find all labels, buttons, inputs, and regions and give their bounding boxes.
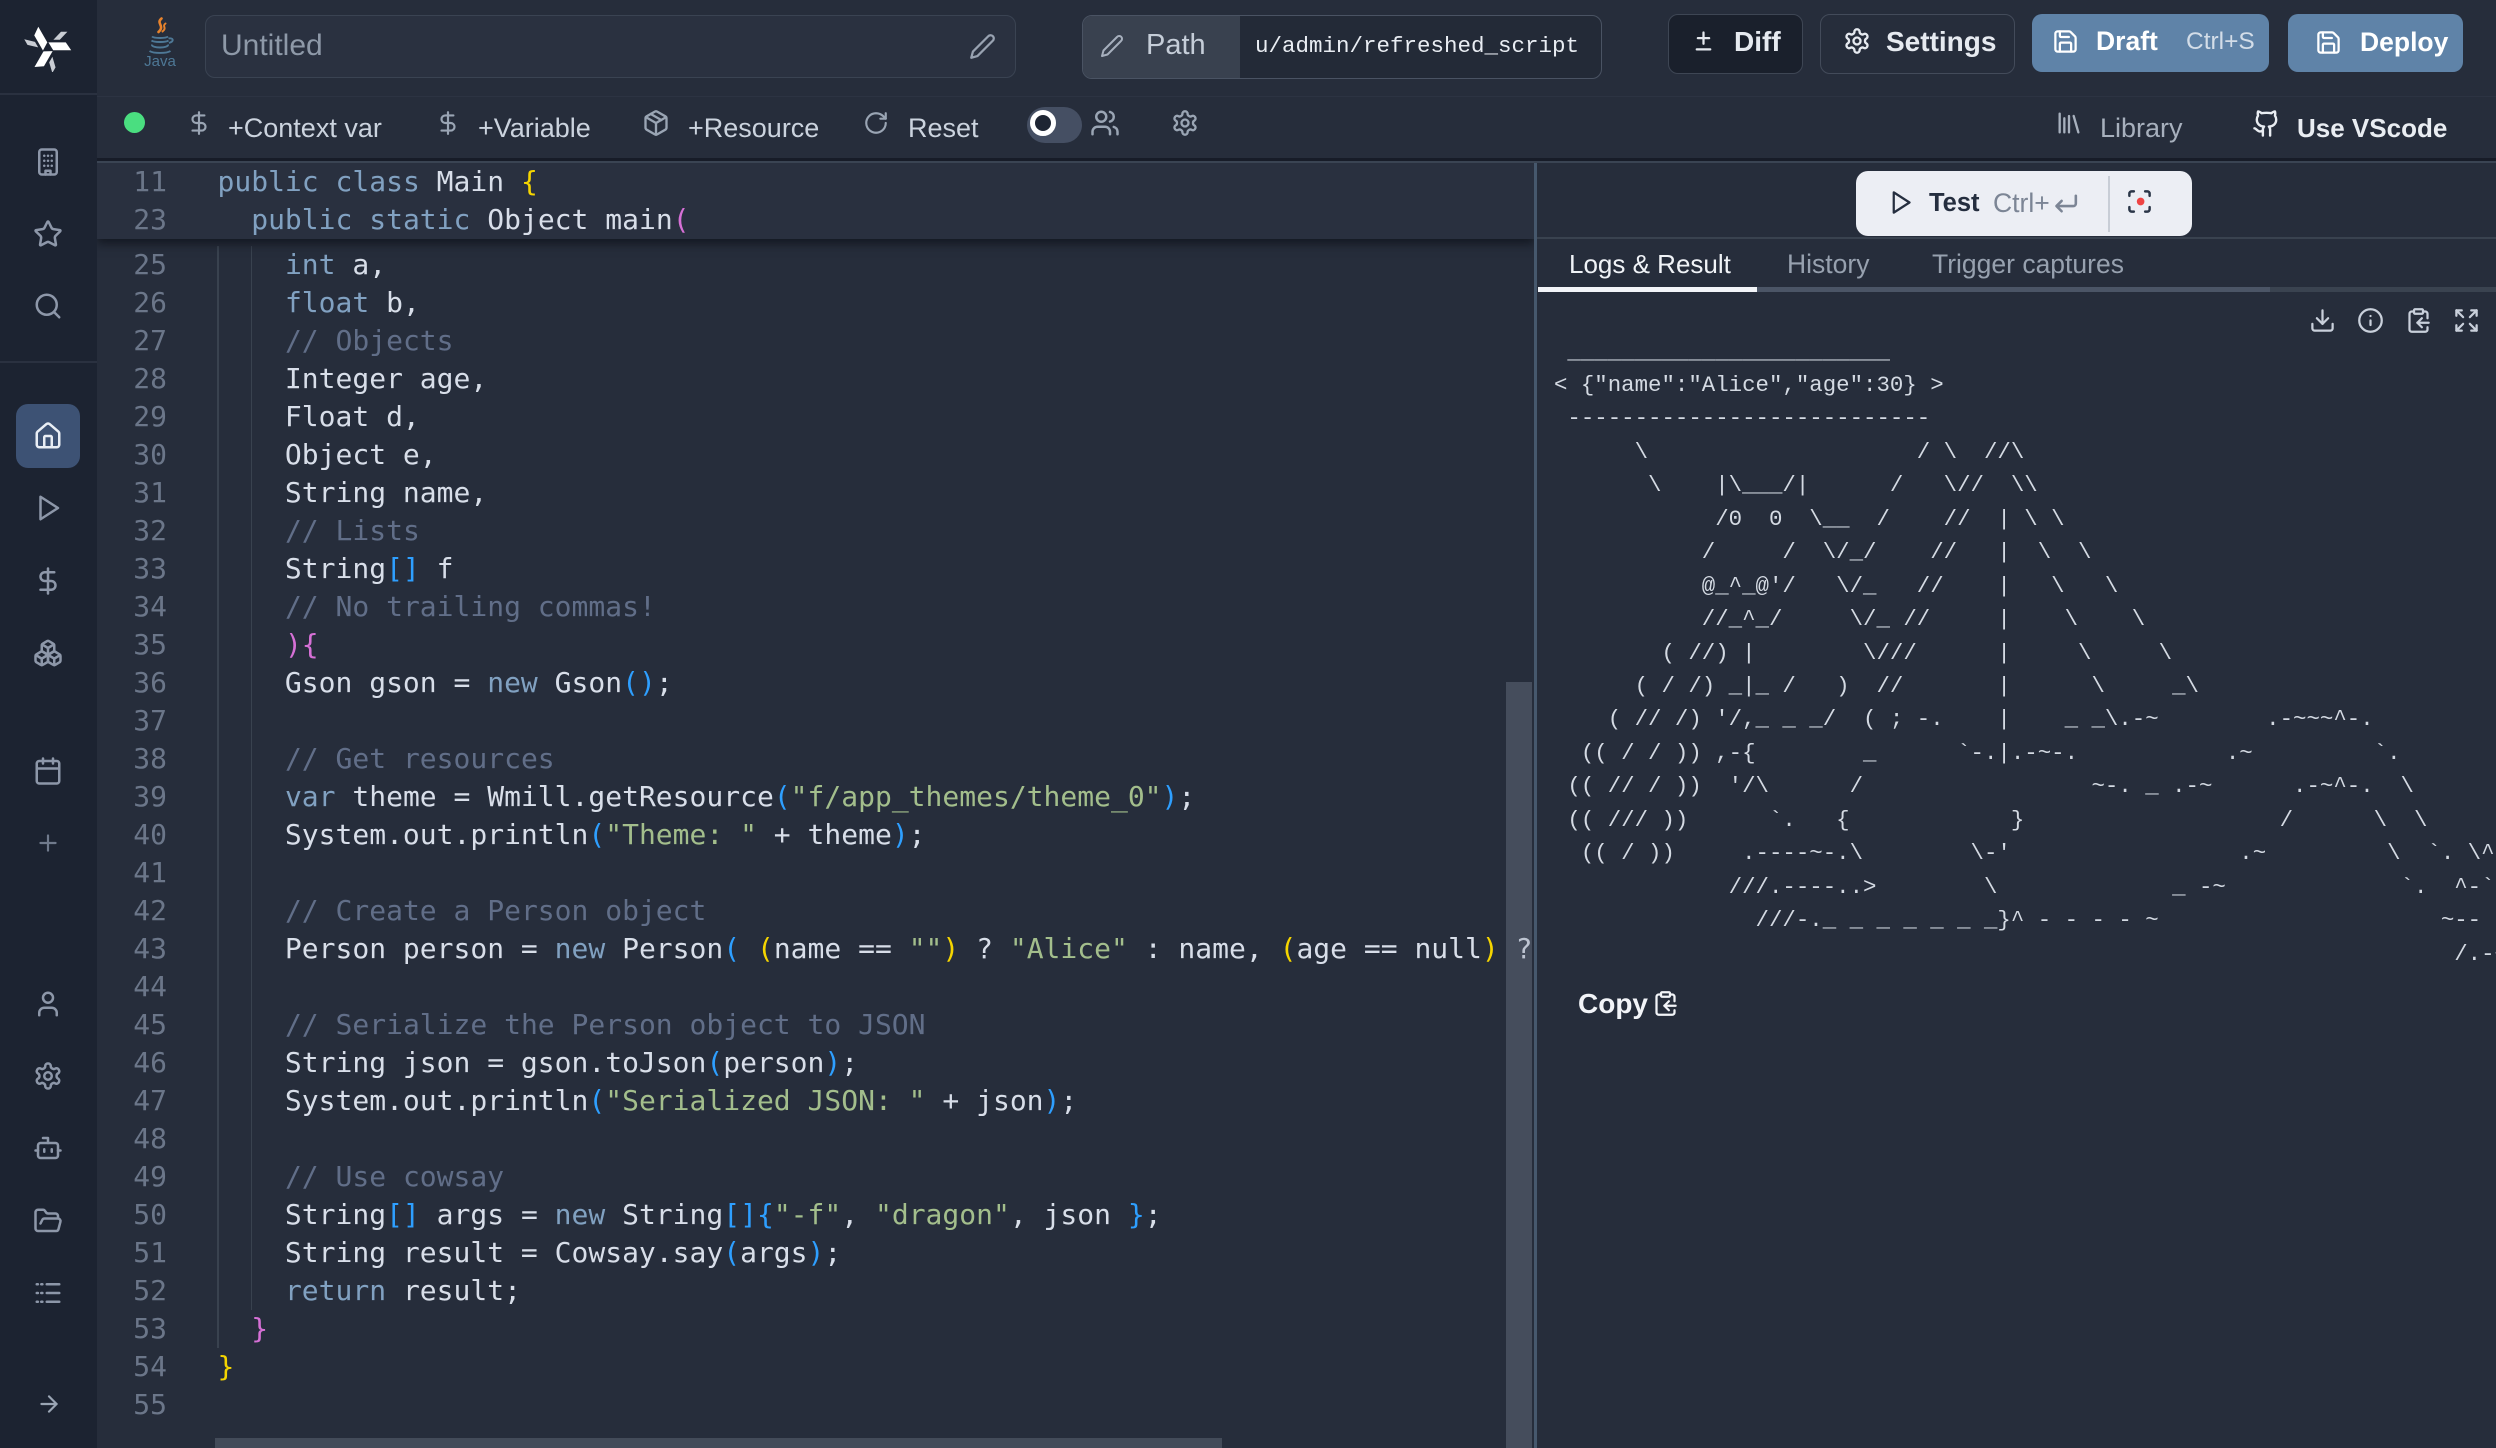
svg-text:Java: Java: [144, 53, 176, 70]
